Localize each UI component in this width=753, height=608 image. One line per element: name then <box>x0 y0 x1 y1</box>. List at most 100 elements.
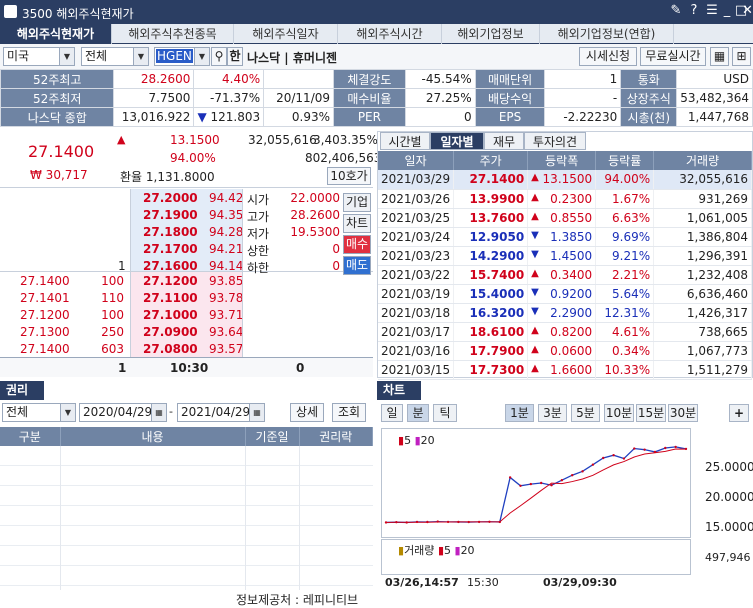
min-10[interactable]: 10분 <box>604 404 634 422</box>
tab-opinion[interactable]: 투자의견 <box>524 132 586 150</box>
col-date[interactable]: 일자 <box>378 151 455 170</box>
menu-icon[interactable]: ☰ <box>704 3 720 18</box>
han-toggle[interactable]: 한 <box>227 47 243 66</box>
period-day[interactable]: 일 <box>381 404 403 422</box>
cell-price: 18.6100 <box>453 322 529 342</box>
tab-daily-view[interactable]: 일자별 <box>430 132 484 150</box>
close-icon[interactable]: ✕ <box>742 3 753 18</box>
market-select[interactable]: 미국 ▼ <box>3 47 75 66</box>
table-row[interactable]: 2021/03/16 17.7900 ▲ 0.0600 0.34% 1,067,7… <box>378 341 752 361</box>
cell-volume: 1,386,804 <box>653 227 752 247</box>
search-button[interactable]: 조회 <box>332 403 366 422</box>
chart-panel: 차트 일 분 틱 1분 3분 5분 10분 15분 30분 + ▮5 ▮20 2… <box>377 381 753 602</box>
ytick: 15.0000 <box>705 520 753 534</box>
layout-icon[interactable]: ▦ <box>710 47 729 66</box>
min-15[interactable]: 15분 <box>636 404 666 422</box>
period-tick[interactable]: 틱 <box>433 404 457 422</box>
search-icon[interactable]: ⚲ <box>211 47 227 66</box>
free-realtime-button[interactable]: 무료실시간 <box>640 47 706 66</box>
side-button-1[interactable]: 차트 <box>343 214 371 233</box>
ask-price[interactable]: 27.1900 <box>143 208 198 222</box>
col-rate[interactable]: 등락률 <box>595 151 655 170</box>
code-value: HGEN <box>156 49 193 63</box>
period-minute[interactable]: 분 <box>407 404 429 422</box>
table-row[interactable]: 2021/03/22 15.7400 ▲ 0.3400 2.21% 1,232,4… <box>378 265 752 285</box>
bid-price[interactable]: 27.0900 <box>143 325 198 339</box>
table-row[interactable]: 2021/03/25 13.7600 ▲ 0.8550 6.63% 1,061,0… <box>378 208 752 228</box>
date-from-input[interactable]: 2020/04/29 ▦ <box>79 403 167 422</box>
tab-hourly[interactable]: 시간별 <box>380 132 430 150</box>
cell-change: ▲ 0.0600 <box>527 341 597 361</box>
calendar-icon[interactable]: ▦ <box>249 404 264 421</box>
help-icon[interactable]: ? <box>686 3 702 18</box>
tick-qty: 100 <box>101 274 124 288</box>
table-row[interactable]: 2021/03/23 14.2900 ▼ 1.4500 9.21% 1,296,3… <box>378 246 752 266</box>
ask-price[interactable]: 27.1700 <box>143 242 198 256</box>
pin-icon[interactable]: ✎ <box>668 3 684 18</box>
tab-current[interactable]: 해외주식현재가 <box>0 24 112 44</box>
total-right: 0 <box>296 361 305 375</box>
tab-company[interactable]: 해외기업정보 <box>442 24 540 44</box>
ask-price[interactable]: 27.2000 <box>143 191 198 205</box>
table-row[interactable]: 2021/03/26 13.9900 ▲ 0.2300 1.67% 931,269 <box>378 189 752 209</box>
cell-date: 2021/03/25 <box>378 208 455 228</box>
change-value: 1.6600 <box>550 362 593 377</box>
daily-table: 일자 주가 등락폭 등락률 거래량 2021/03/29 27.1400 ▲ 13… <box>378 151 752 380</box>
col-content[interactable]: 내용 <box>60 427 246 446</box>
table-row[interactable]: 2021/03/15 17.7300 ▲ 1.6600 10.33% 1,511,… <box>378 360 752 380</box>
detail-button[interactable]: 상세 <box>290 403 324 422</box>
col-base-date[interactable]: 기준일 <box>245 427 300 446</box>
ask-price[interactable]: 27.1800 <box>143 225 198 239</box>
side-button-2[interactable]: 매수 <box>343 235 371 254</box>
min-5[interactable]: 5분 <box>571 404 600 422</box>
cell-date: 2021/03/17 <box>378 322 455 342</box>
ask-price[interactable]: 27.1600 <box>143 259 198 273</box>
table-row[interactable]: 2021/03/17 18.6100 ▲ 0.8200 4.61% 738,665 <box>378 322 752 342</box>
side-button-3[interactable]: 매도 <box>343 256 371 275</box>
col-volume[interactable]: 거래량 <box>653 151 752 170</box>
min-30[interactable]: 30분 <box>668 404 698 422</box>
bid-price[interactable]: 27.1200 <box>143 274 198 288</box>
rights-filter-select[interactable]: 전체 ▼ <box>2 403 76 422</box>
value: 4.40% <box>193 69 265 89</box>
ask-qty: 1 <box>118 259 126 273</box>
table-row[interactable]: 2021/03/24 12.9050 ▼ 1.3850 9.69% 1,386,8… <box>378 227 752 247</box>
tick-price: 27.1400 <box>20 342 70 356</box>
tab-finance[interactable]: 재무 <box>484 132 524 150</box>
min-1[interactable]: 1분 <box>505 404 534 422</box>
cell-price: 15.7400 <box>453 265 529 285</box>
tab-company-union[interactable]: 해외기업정보(연합) <box>540 24 674 44</box>
down-arrow-icon: ▼ <box>531 248 539 260</box>
side-button-0[interactable]: 기업 <box>343 193 371 212</box>
hoga-button[interactable]: 10호가 <box>327 167 371 185</box>
bid-price[interactable]: 27.1100 <box>143 291 198 305</box>
add-indicator-button[interactable]: + <box>729 404 749 422</box>
table-row[interactable]: 2021/03/29 27.1400 ▲ 13.1500 94.00% 32,05… <box>378 170 752 190</box>
bid-price[interactable]: 27.1000 <box>143 308 198 322</box>
down-arrow-icon: ▼ <box>197 110 207 124</box>
col-price[interactable]: 주가 <box>453 151 529 170</box>
down-arrow-icon: ▼ <box>531 305 539 317</box>
col-change[interactable]: 등락폭 <box>527 151 597 170</box>
up-arrow-icon: ▲ <box>531 324 539 336</box>
calendar-icon[interactable]: ▦ <box>151 404 166 421</box>
col-type[interactable]: 구분 <box>0 427 61 446</box>
down-arrow-icon: ▼ <box>531 286 539 298</box>
volume-chart-area: ▮거래량 ▮5 ▮20 <box>381 539 691 575</box>
type-select[interactable]: 전체 ▼ <box>81 47 149 66</box>
col-ex-rights[interactable]: 권리락 <box>299 427 373 446</box>
tab-recommend[interactable]: 해외주식추천종목 <box>112 24 234 44</box>
sise-button[interactable]: 시세신청 <box>579 47 637 66</box>
bid-price[interactable]: 27.0800 <box>143 342 198 356</box>
settings-icon[interactable]: ⊞ <box>732 47 751 66</box>
tab-time[interactable]: 해외주식시간 <box>338 24 442 44</box>
value: 121.803 <box>210 110 261 124</box>
ask-rate: 94.35 <box>209 208 244 222</box>
tab-daily[interactable]: 해외주식일자 <box>234 24 338 44</box>
date-to-input[interactable]: 2021/04/29 ▦ <box>177 403 265 422</box>
code-input[interactable]: HGEN ▼ <box>154 47 210 66</box>
price-point <box>529 482 533 486</box>
min-3[interactable]: 3분 <box>538 404 567 422</box>
table-row[interactable]: 2021/03/18 16.3200 ▼ 2.2900 12.31% 1,426,… <box>378 303 752 323</box>
table-row[interactable]: 2021/03/19 15.4000 ▼ 0.9200 5.64% 6,636,4… <box>378 284 752 304</box>
